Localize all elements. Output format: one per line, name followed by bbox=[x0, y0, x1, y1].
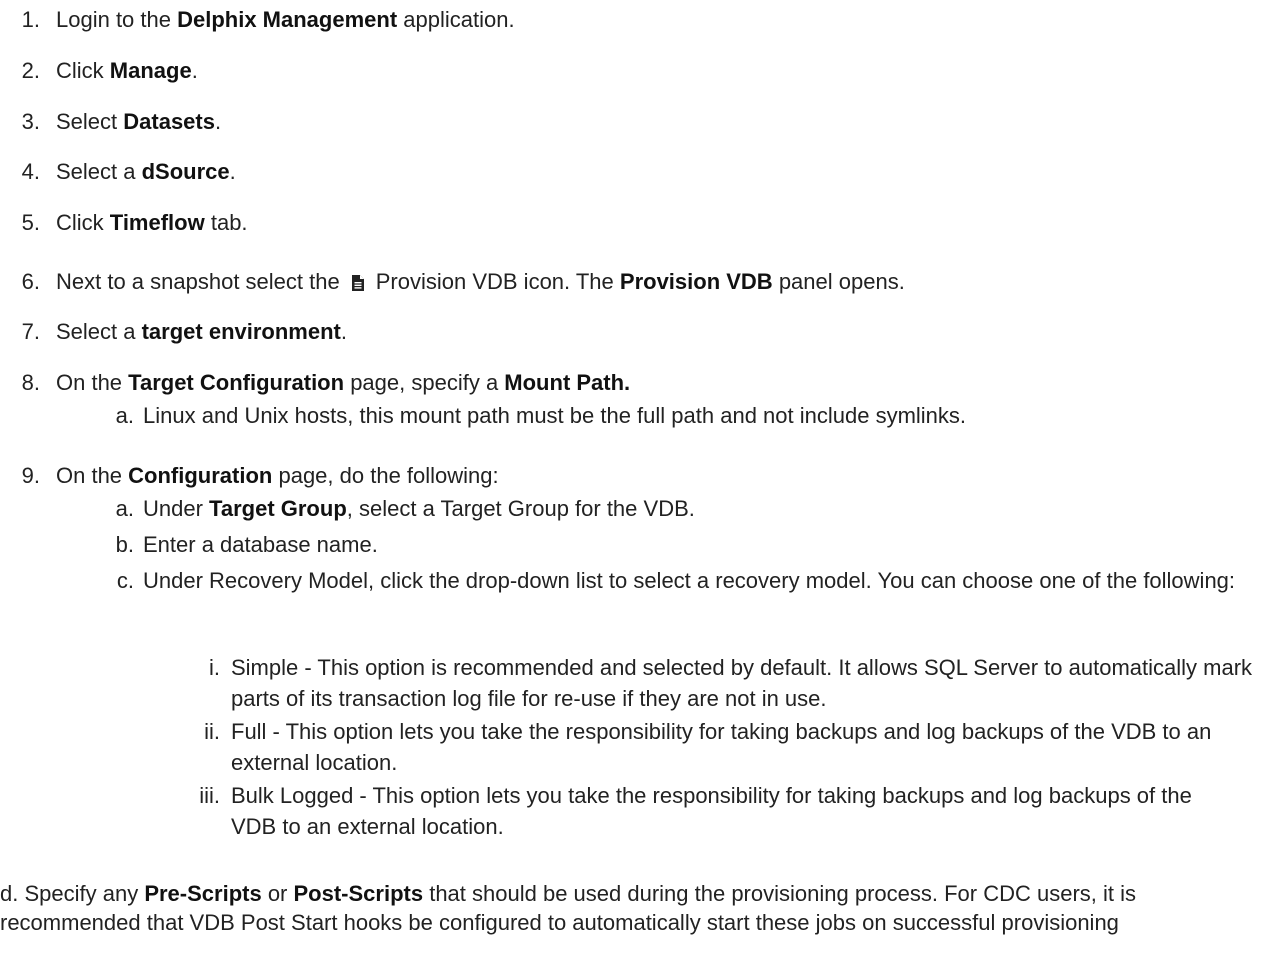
step-8: 8. On the Target Configuration page, spec… bbox=[0, 368, 631, 398]
step-bold: Mount Path. bbox=[504, 370, 631, 395]
step-number: 1. bbox=[21, 7, 40, 32]
step-text: On the bbox=[56, 463, 129, 488]
step-d-bold: Pre-Scripts bbox=[144, 881, 262, 906]
step-number: 6. bbox=[21, 269, 40, 294]
step-text: . bbox=[229, 159, 236, 184]
step-d-text: d. Specify any bbox=[0, 881, 145, 906]
step-bold: Datasets bbox=[123, 109, 215, 134]
roman-numeral: iii. bbox=[199, 783, 220, 808]
step-number: 8. bbox=[21, 370, 40, 395]
step-text: Login to the bbox=[56, 7, 178, 32]
step-bold: Target Configuration bbox=[128, 370, 345, 395]
step-9-sub-b: b. Enter a database name. bbox=[0, 530, 1264, 560]
sub-text: Under bbox=[143, 496, 210, 521]
recovery-model-bulk-logged: iii. Bulk Logged - This option lets you t… bbox=[0, 780, 1241, 842]
step-bold: dSource bbox=[141, 159, 230, 184]
step-text: Select a bbox=[56, 319, 142, 344]
sub-text: Linux and Unix hosts, this mount path mu… bbox=[143, 403, 967, 428]
step-9-sub-a: a. Under Target Group, select a Target Gr… bbox=[0, 494, 1264, 524]
step-bold: target environment bbox=[141, 319, 341, 344]
step-d-bold: Post-Scripts bbox=[293, 881, 424, 906]
step-number: 5. bbox=[21, 210, 40, 235]
step-text: panel opens. bbox=[772, 269, 905, 294]
sub-text: Enter a database name. bbox=[143, 532, 378, 557]
step-bold: Configuration bbox=[128, 463, 273, 488]
step-d-text: or bbox=[261, 881, 294, 906]
step-number: 9. bbox=[21, 463, 40, 488]
recovery-model-full: ii. Full - This option lets you take the … bbox=[0, 716, 1264, 778]
step-text: Select bbox=[56, 109, 124, 134]
step-text: . bbox=[340, 319, 347, 344]
sub-text: , select a Target Group for the VDB. bbox=[346, 496, 695, 521]
step-number: 7. bbox=[21, 319, 40, 344]
recovery-text: Bulk Logged - This option lets you take … bbox=[231, 783, 1192, 839]
step-4: 4. Select a dSource. bbox=[0, 157, 236, 187]
roman-numeral: i. bbox=[209, 655, 220, 680]
sub-letter: b. bbox=[115, 532, 134, 557]
step-text: page, specify a bbox=[344, 370, 505, 395]
step-number: 2. bbox=[21, 58, 40, 83]
file-icon bbox=[351, 269, 364, 291]
step-text: On the bbox=[56, 370, 129, 395]
sub-text: Under Recovery Model, click the drop-dow… bbox=[143, 568, 1236, 593]
step-bold: Delphix Management bbox=[177, 7, 398, 32]
roman-numeral: ii. bbox=[204, 719, 220, 744]
step-8-sub-a: a. Linux and Unix hosts, this mount path … bbox=[0, 401, 1264, 431]
step-5: 5. Click Timeflow tab. bbox=[0, 208, 248, 238]
step-text: Next to a snapshot select the bbox=[56, 269, 340, 294]
step-9-sub-c: c. Under Recovery Model, click the drop-d… bbox=[0, 566, 1243, 596]
step-text: tab. bbox=[204, 210, 248, 235]
step-text: . bbox=[214, 109, 222, 134]
step-text: . bbox=[191, 58, 198, 83]
recovery-text: Full - This option lets you take the res… bbox=[231, 719, 1212, 775]
step-text: Click bbox=[56, 58, 110, 83]
sub-bold: Target Group bbox=[209, 496, 347, 521]
step-text: Click bbox=[56, 210, 110, 235]
sub-letter: a. bbox=[115, 496, 134, 521]
step-2: 2. Click Manage. bbox=[0, 56, 198, 86]
step-7: 7. Select a target environment. bbox=[0, 317, 347, 347]
step-3: 3. Select Datasets. bbox=[0, 107, 221, 137]
sub-letter: c. bbox=[116, 568, 134, 593]
step-d: d. Specify any Pre-Scripts or Post-Scrip… bbox=[0, 879, 1230, 937]
step-9: 9. On the Configuration page, do the foll… bbox=[0, 461, 499, 491]
sub-letter: a. bbox=[115, 403, 134, 428]
step-text: page, do the following: bbox=[272, 463, 499, 488]
step-1: 1. Login to the Delphix Management applic… bbox=[0, 5, 515, 35]
step-6: 6. Next to a snapshot select the Provision… bbox=[0, 267, 905, 297]
recovery-model-simple: i. Simple - This option is recommended an… bbox=[0, 652, 1264, 714]
step-text: application. bbox=[397, 7, 515, 32]
recovery-text: Simple - This option is recommended and … bbox=[231, 655, 1253, 711]
step-text: Provision VDB icon. The bbox=[375, 269, 620, 294]
step-bold: Manage bbox=[109, 58, 192, 83]
step-bold: Timeflow bbox=[109, 210, 205, 235]
step-number: 3. bbox=[21, 109, 40, 134]
step-number: 4. bbox=[21, 159, 40, 184]
step-text: Select a bbox=[56, 159, 142, 184]
step-bold: Provision VDB bbox=[619, 269, 773, 294]
